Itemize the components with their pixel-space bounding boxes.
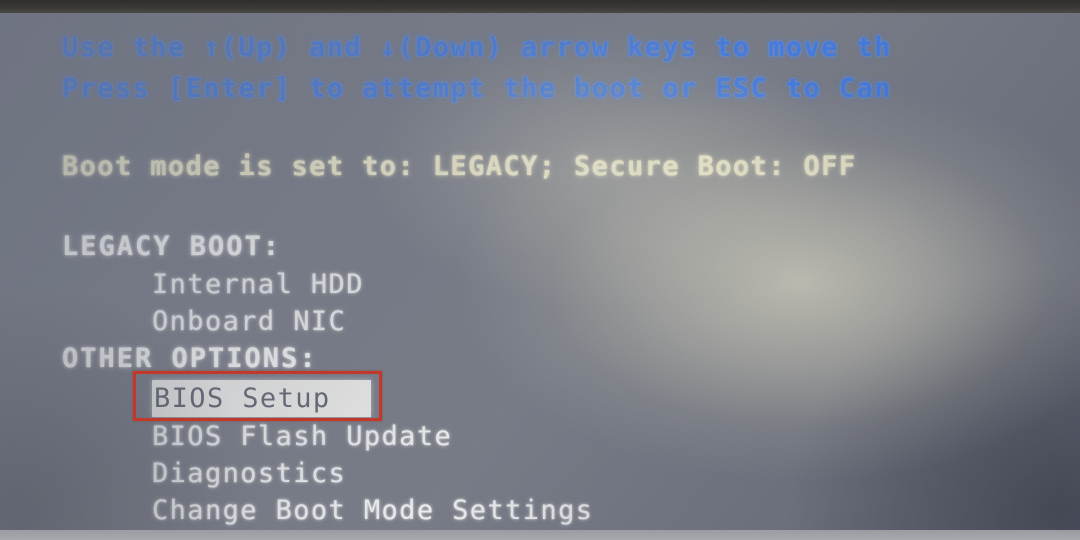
bios-boot-menu-screen: Use the ↑(Up) and ↓(Down) arrow keys to … bbox=[0, 0, 1080, 540]
screen-top-bezel bbox=[0, 0, 1080, 13]
screen-bottom-bezel bbox=[0, 530, 1080, 540]
screen-panel-background bbox=[0, 13, 1080, 530]
annotation-rectangle-bios-setup bbox=[133, 371, 382, 421]
